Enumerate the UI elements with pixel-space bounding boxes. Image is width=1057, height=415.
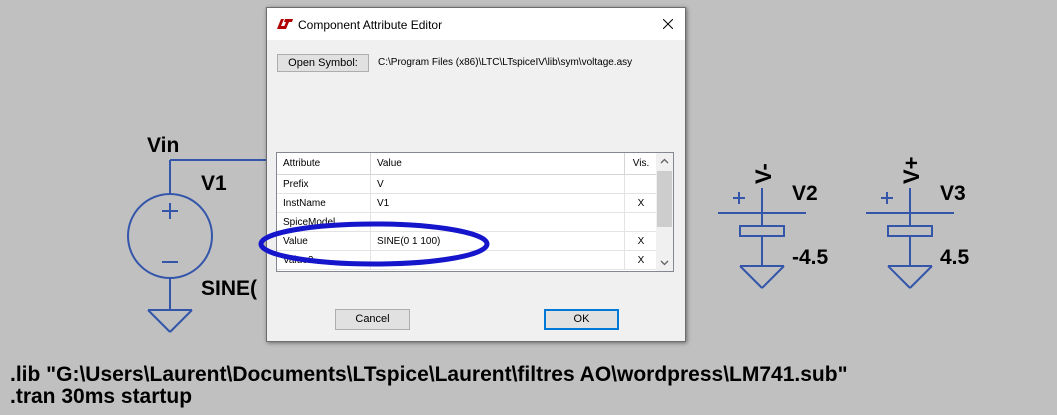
- open-symbol-button[interactable]: Open Symbol:: [277, 54, 369, 72]
- attribute-name: Value2: [277, 251, 371, 269]
- close-button[interactable]: [651, 8, 685, 40]
- grid-row-prefix[interactable]: Prefix V: [277, 175, 657, 194]
- scroll-thumb[interactable]: [657, 171, 672, 227]
- header-attribute[interactable]: Attribute: [277, 153, 371, 174]
- ltspice-logo-icon: [277, 19, 293, 29]
- header-visible[interactable]: Vis.: [625, 153, 657, 174]
- component-name-v1: V1: [201, 172, 227, 195]
- symbol-path-text: C:\Program Files (x86)\LTC\LTspiceIV\lib…: [378, 57, 633, 68]
- grid-row-spicemodel[interactable]: SpiceModel: [277, 213, 657, 232]
- dialog-titlebar[interactable]: Component Attribute Editor: [267, 8, 685, 40]
- attribute-value[interactable]: SINE(0 1 100): [371, 232, 625, 250]
- spice-directive-lib[interactable]: .lib "G:\Users\Laurent\Documents\LTspice…: [10, 364, 848, 386]
- attribute-name: Prefix: [277, 175, 371, 193]
- attribute-value[interactable]: V: [371, 175, 625, 193]
- ok-button[interactable]: OK: [544, 309, 619, 330]
- component-attribute-editor-dialog: Component Attribute Editor Open Symbol: …: [266, 7, 686, 342]
- visible-toggle[interactable]: [625, 175, 657, 193]
- net-label-vplus: V+: [899, 156, 924, 184]
- grid-row-value[interactable]: Value SINE(0 1 100) X: [277, 232, 657, 251]
- component-value-v3: 4.5: [940, 246, 970, 269]
- grid-row-value2[interactable]: Value2 X: [277, 251, 657, 270]
- attribute-grid[interactable]: Attribute Value Vis. Prefix V InstName V…: [276, 152, 674, 272]
- attribute-value[interactable]: [371, 251, 625, 269]
- scroll-down-button[interactable]: [656, 254, 673, 271]
- attribute-name: SpiceModel: [277, 213, 371, 231]
- attribute-name: InstName: [277, 194, 371, 212]
- scroll-up-button[interactable]: [656, 153, 673, 170]
- component-name-v2: V2: [792, 182, 818, 205]
- component-value-v1: SINE(: [201, 277, 258, 300]
- visible-toggle[interactable]: X: [625, 232, 657, 250]
- grid-header-row: Attribute Value Vis.: [277, 153, 657, 175]
- visible-toggle[interactable]: X: [625, 194, 657, 212]
- grid-scrollbar[interactable]: [656, 153, 673, 271]
- ground-symbol-v1: [147, 309, 193, 333]
- visible-toggle[interactable]: [625, 213, 657, 231]
- component-name-v3: V3: [940, 182, 966, 205]
- attribute-value[interactable]: V1: [371, 194, 625, 212]
- chevron-up-icon: [660, 158, 669, 164]
- attribute-name: Value: [277, 232, 371, 250]
- net-label-vin: Vin: [147, 134, 180, 157]
- spice-directive-tran[interactable]: .tran 30ms startup: [10, 386, 192, 408]
- visible-toggle[interactable]: X: [625, 251, 657, 269]
- close-icon: [663, 19, 673, 29]
- component-value-v2: -4.5: [792, 246, 829, 269]
- header-value[interactable]: Value: [371, 153, 625, 174]
- attribute-value[interactable]: [371, 213, 625, 231]
- grid-row-instname[interactable]: InstName V1 X: [277, 194, 657, 213]
- cancel-button[interactable]: Cancel: [335, 309, 410, 330]
- dialog-title: Component Attribute Editor: [298, 18, 443, 32]
- net-label-vminus: V-: [751, 163, 776, 184]
- chevron-down-icon: [660, 260, 669, 266]
